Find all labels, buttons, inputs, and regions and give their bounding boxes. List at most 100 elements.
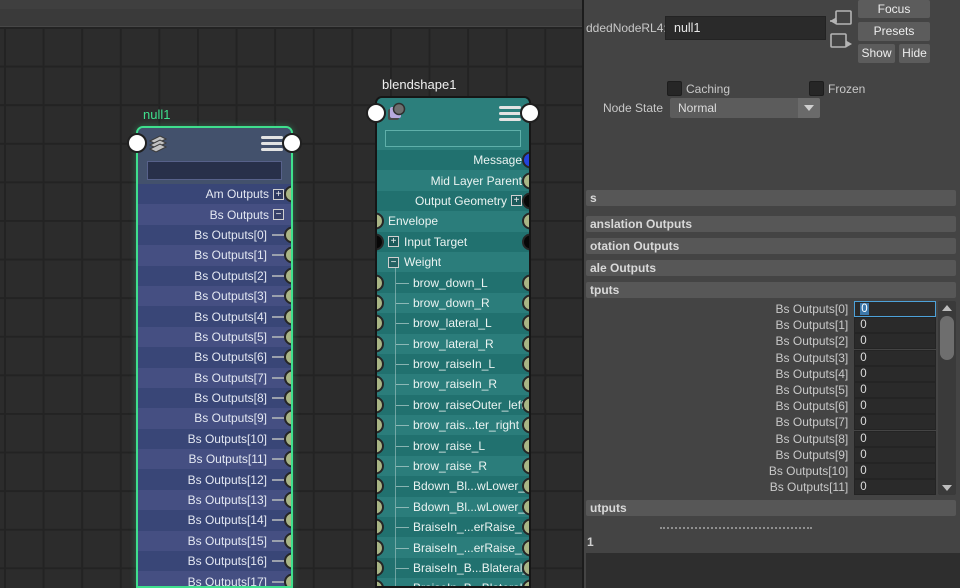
node-input-port[interactable]	[366, 103, 386, 123]
node-attribute-row[interactable]: Am Outputs+	[138, 184, 291, 204]
presets-button[interactable]: Presets	[858, 22, 930, 41]
node-attribute-row[interactable]: BraiseIn_B...Blateral_L	[377, 558, 529, 578]
bs-output-value-input[interactable]: 0	[854, 333, 936, 349]
node-rename-input[interactable]	[385, 130, 521, 147]
bs-output-value-input[interactable]: 0	[854, 350, 936, 366]
collapse-icon[interactable]: −	[273, 209, 284, 220]
chevron-down-icon[interactable]	[798, 98, 820, 118]
olive-port[interactable]	[284, 267, 291, 284]
olive-port[interactable]	[284, 369, 291, 386]
expand-icon[interactable]: +	[388, 236, 399, 247]
black-port[interactable]	[522, 192, 529, 209]
olive-port[interactable]	[284, 390, 291, 407]
olive-port[interactable]	[284, 512, 291, 529]
node-attribute-row[interactable]: brow_lateral_L	[377, 313, 529, 333]
node-attribute-row[interactable]: Bs Outputs[7]	[138, 368, 291, 388]
node-attribute-row[interactable]: brow_raiseIn_L	[377, 354, 529, 374]
node-attribute-row[interactable]: Bdown_Bl...wLower_R	[377, 497, 529, 517]
node-rename-input[interactable]	[147, 161, 282, 180]
node-output-port[interactable]	[282, 133, 302, 153]
node-attribute-row[interactable]: −Weight	[377, 252, 529, 272]
node-attribute-row[interactable]: brow_rais...ter_right	[377, 415, 529, 435]
olive-port[interactable]	[284, 247, 291, 264]
node-attribute-row[interactable]: Message	[377, 150, 529, 170]
copy-tab-icon[interactable]	[828, 31, 854, 56]
node-attribute-row[interactable]: brow_raise_R	[377, 456, 529, 476]
node-attribute-row[interactable]: Bs Outputs[16]	[138, 551, 291, 571]
focus-button[interactable]: Focus	[858, 0, 930, 18]
node-attribute-row[interactable]: Bs Outputs[17]	[138, 571, 291, 586]
node-attribute-row[interactable]: brow_lateral_R	[377, 334, 529, 354]
olive-port[interactable]	[377, 274, 384, 291]
section-header-outputs[interactable]: utputs	[586, 500, 956, 516]
node-attribute-row[interactable]: Bs Outputs[11]	[138, 449, 291, 469]
olive-port[interactable]	[284, 492, 291, 509]
show-button[interactable]: Show	[858, 44, 895, 63]
olive-port[interactable]	[377, 294, 384, 311]
olive-port[interactable]	[377, 478, 384, 495]
node-attribute-row[interactable]: Bs Outputs[9]	[138, 408, 291, 428]
bs-output-value-input[interactable]: 0	[854, 479, 936, 495]
olive-port[interactable]	[377, 315, 384, 332]
node-blendshape1[interactable]: blendshape1 MessageMid Layer ParentOutpu…	[375, 96, 531, 588]
olive-port[interactable]	[377, 560, 384, 577]
node-attribute-row[interactable]: brow_raiseIn_R	[377, 374, 529, 394]
node-null1[interactable]: null1 Am Outputs+Bs	[136, 126, 293, 588]
black-port[interactable]	[522, 233, 529, 250]
bs-outputs-scrollbar[interactable]	[938, 301, 956, 495]
node-attribute-row[interactable]: Bs Outputs[8]	[138, 388, 291, 408]
node-attribute-row[interactable]: Bs Outputs[2]	[138, 266, 291, 286]
node-attribute-row[interactable]: Bs Outputs[14]	[138, 510, 291, 530]
olive-port[interactable]	[377, 580, 384, 586]
olive-port[interactable]	[522, 356, 529, 373]
bs-output-value-input[interactable]: 0	[854, 463, 936, 479]
expand-icon[interactable]: +	[273, 189, 284, 200]
node-output-port[interactable]	[520, 103, 540, 123]
section-header-bs-outputs[interactable]: tputs	[586, 282, 956, 298]
node-input-port[interactable]	[127, 133, 147, 153]
expand-icon[interactable]: +	[511, 195, 522, 206]
bs-output-value-input[interactable]: 0	[854, 317, 936, 333]
olive-port[interactable]	[284, 410, 291, 427]
bs-output-value-input[interactable]: 0	[854, 447, 936, 463]
bs-output-value-input[interactable]: 0	[854, 382, 936, 398]
section-header-fragment[interactable]: s	[586, 190, 956, 206]
caching-checkbox[interactable]	[667, 81, 682, 96]
olive-port[interactable]	[522, 294, 529, 311]
olive-port[interactable]	[284, 553, 291, 570]
olive-port[interactable]	[522, 315, 529, 332]
olive-port[interactable]	[284, 573, 291, 586]
olive-port[interactable]	[284, 532, 291, 549]
section-header-translation-outputs[interactable]: anslation Outputs	[586, 216, 956, 232]
olive-port[interactable]	[522, 172, 529, 189]
node-attribute-row[interactable]: brow_raise_L	[377, 435, 529, 455]
olive-port[interactable]	[377, 437, 384, 454]
node-attribute-row[interactable]: BraiseIn_...erRaise_R	[377, 537, 529, 557]
frozen-checkbox[interactable]	[809, 81, 824, 96]
node-attribute-row[interactable]: Bdown_Bl...wLower_L	[377, 476, 529, 496]
olive-port[interactable]	[377, 335, 384, 352]
section-header-rotation-outputs[interactable]: otation Outputs	[586, 238, 956, 254]
olive-port[interactable]	[377, 356, 384, 373]
olive-port[interactable]	[284, 451, 291, 468]
olive-port[interactable]	[377, 519, 384, 536]
olive-port[interactable]	[284, 349, 291, 366]
hamburger-menu-icon[interactable]	[499, 106, 521, 121]
node-attribute-row[interactable]: Bs Outputs[12]	[138, 469, 291, 489]
node-editor-panel[interactable]: null1 Am Outputs+Bs	[0, 0, 584, 588]
bs-output-value-input[interactable]: 0	[854, 366, 936, 382]
olive-port[interactable]	[522, 213, 529, 230]
olive-port[interactable]	[377, 376, 384, 393]
collapse-icon[interactable]: −	[388, 257, 399, 268]
blue-port[interactable]	[522, 152, 529, 169]
olive-port[interactable]	[284, 288, 291, 305]
node-attribute-row[interactable]: BraiseIn_...erRaise_L	[377, 517, 529, 537]
node-attribute-row[interactable]: Bs Outputs[1]	[138, 245, 291, 265]
section-header-scale-outputs[interactable]: ale Outputs	[586, 260, 956, 276]
olive-port[interactable]	[377, 396, 384, 413]
node-attribute-row[interactable]: Bs Outputs[0]	[138, 225, 291, 245]
node-attribute-row[interactable]: brow_raiseOuter_left	[377, 395, 529, 415]
bs-output-value-input[interactable]: 0	[854, 301, 936, 317]
scroll-down-icon[interactable]	[938, 482, 956, 494]
olive-port[interactable]	[377, 458, 384, 475]
